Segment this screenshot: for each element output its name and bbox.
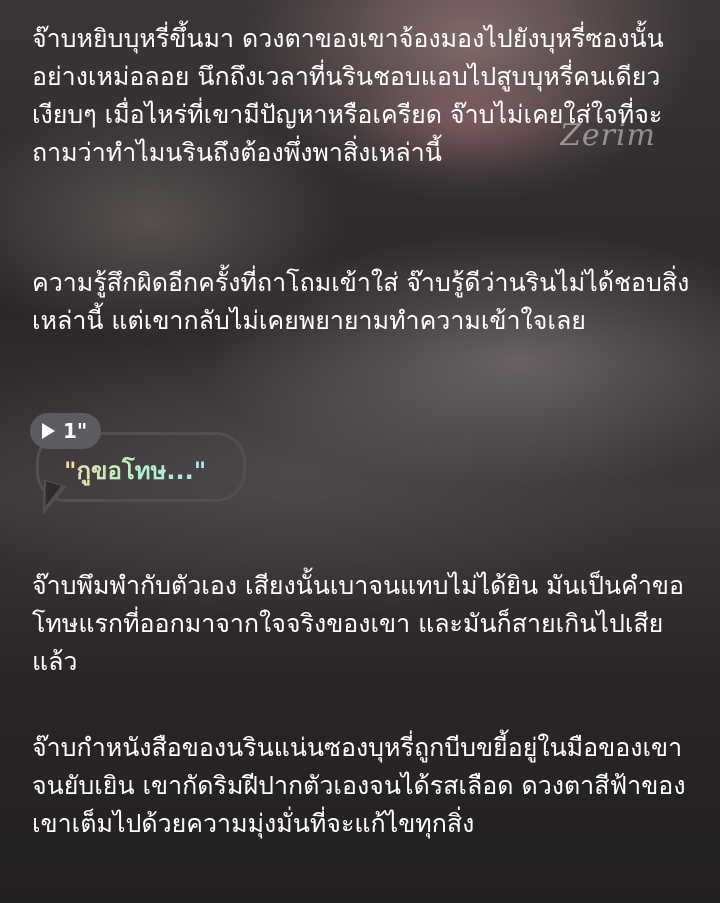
story-paragraph-2: ความรู้สึกผิดอีกครั้งที่ถาโถมเข้าใส่ จ๊า… [32,268,690,335]
voice-message-text: "กูขอโทษ..." [64,452,206,490]
play-icon[interactable] [42,423,55,439]
story-paragraph-1: จ๊าบหยิบบุหรี่ขึ้นมา ดวงตาของเขาจ้องมองไ… [32,24,664,167]
voice-duration: 1" [63,419,88,443]
voice-duration-badge[interactable]: 1" [30,413,102,449]
story-paragraph-3: จ๊าบพึมพำกับตัวเอง เสียงนั้นเบาจนแทบไม่ไ… [32,571,685,676]
story-paragraph-4: จ๊าบกำหนังสือของนรินแน่นซองบุหรี่ถูกบีบข… [32,733,686,838]
